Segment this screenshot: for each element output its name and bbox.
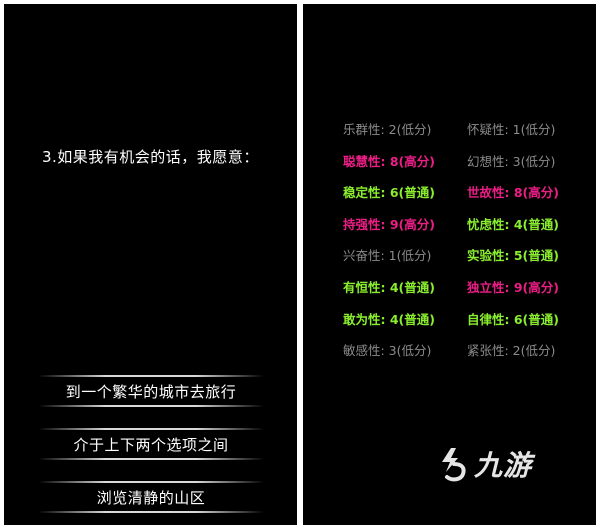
result-screen: 乐群性: 2(低分) 聪慧性: 8(高分) 稳定性: 6(普通) 持强性: 9(高分)… — [303, 4, 596, 525]
question-screen: 3.如果我有机会的话，我愿意： 到一个繁华的城市去旅行 介于上下两个选项之间 浏… — [4, 4, 297, 525]
trait-item: 聪慧性: 8(高分) — [343, 153, 435, 169]
watermark: 九游 — [438, 444, 532, 484]
watermark-text: 九游 — [474, 449, 533, 482]
trait-item: 紧张性: 2(低分) — [467, 343, 556, 359]
trait-item: 乐群性: 2(低分) — [343, 122, 432, 137]
trait-item: 独立性: 9(高分) — [467, 280, 559, 295]
trait-item: 幻想性: 3(低分) — [467, 153, 556, 169]
trait-item: 实验性: 5(普通) — [467, 248, 559, 264]
trait-item: 兴奋性: 1(低分) — [343, 248, 432, 264]
trait-item: 世故性: 8(高分) — [467, 185, 559, 201]
trait-item: 忧虑性: 4(普通) — [467, 216, 559, 232]
trait-item: 敏感性: 3(低分) — [343, 343, 432, 359]
trait-item: 怀疑性: 1(低分) — [467, 122, 556, 137]
trait-item: 稳定性: 6(普通) — [343, 185, 435, 201]
option-button-1[interactable]: 到一个繁华的城市去旅行 — [38, 375, 264, 407]
question-text: 3.如果我有机会的话，我愿意： — [42, 148, 259, 166]
trait-item: 持强性: 9(高分) — [343, 216, 435, 232]
option-button-2[interactable]: 介于上下两个选项之间 — [38, 428, 264, 460]
trait-item: 敢为性: 4(普通) — [343, 311, 435, 327]
jiuyou-logo-icon — [442, 448, 466, 482]
option-button-3[interactable]: 浏览清静的山区 — [38, 481, 264, 513]
trait-item: 自律性: 6(普通) — [467, 311, 559, 327]
trait-item: 有恒性: 4(普通) — [343, 280, 435, 295]
